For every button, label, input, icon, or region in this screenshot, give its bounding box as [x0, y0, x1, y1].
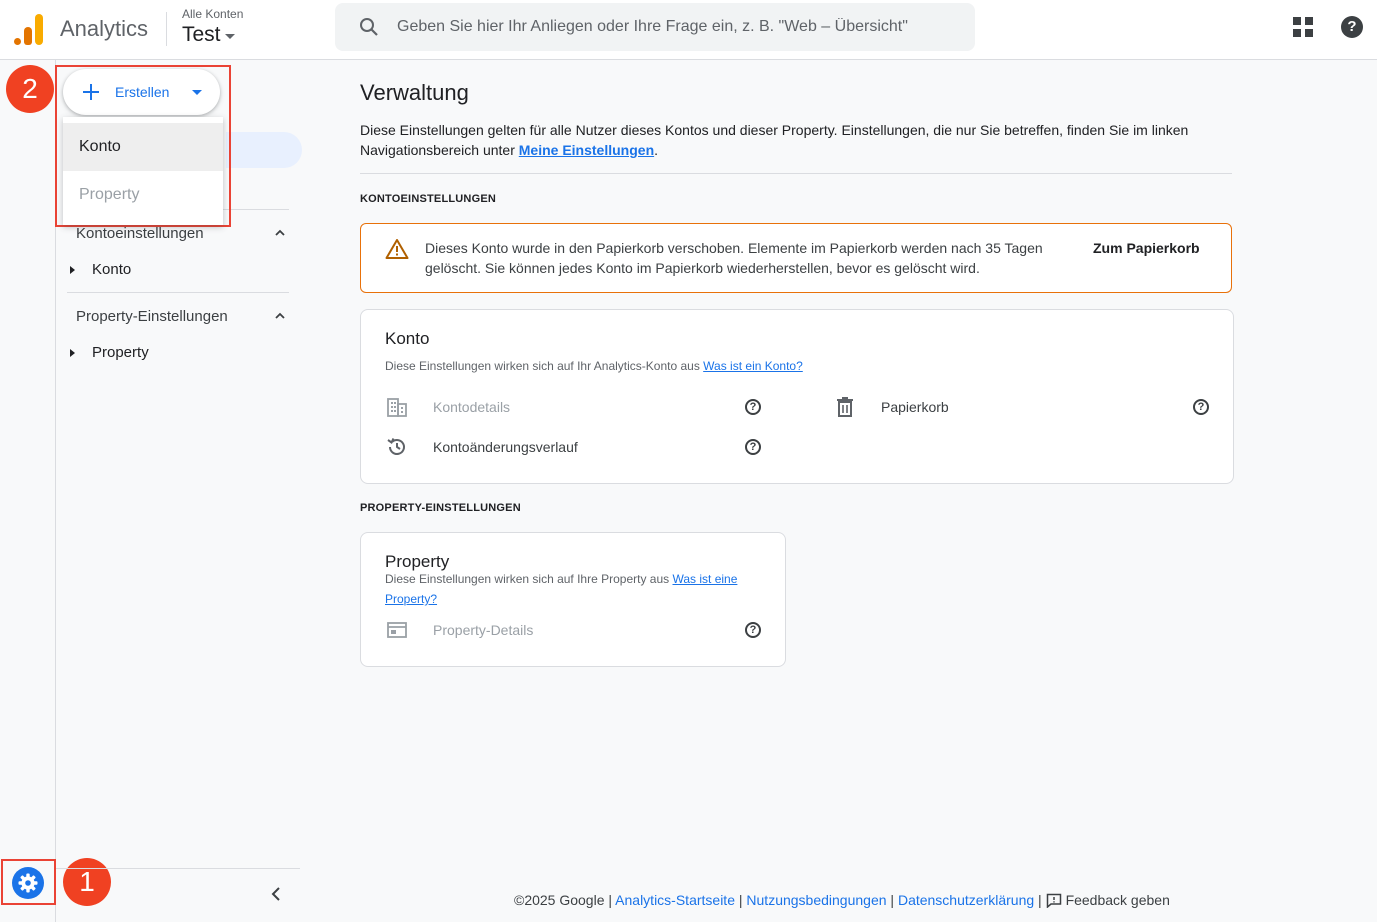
sidebar-section-account[interactable]: Kontoeinstellungen — [76, 225, 204, 242]
plus-icon — [83, 84, 99, 100]
history-icon — [387, 438, 405, 455]
trash-warning-banner: Dieses Konto wurde in den Papierkorb ver… — [360, 223, 1232, 293]
my-settings-link[interactable]: Meine Einstellungen — [519, 142, 654, 158]
help-circle-icon[interactable]: ? — [745, 399, 761, 415]
page-title: Verwaltung — [360, 80, 469, 105]
property-details-link[interactable]: Property-Details — [433, 622, 533, 638]
admin-button-highlight — [1, 859, 56, 905]
warning-text: Dieses Konto wurde in den Papierkorb ver… — [425, 240, 1043, 276]
warning-icon — [385, 239, 409, 259]
analytics-home-link[interactable]: Analytics-Startseite — [615, 892, 735, 908]
top-bar: Analytics Alle Konten Test ? — [0, 0, 1377, 60]
chevron-up-icon[interactable] — [274, 310, 286, 322]
account-name: Test — [182, 23, 221, 46]
property-card-description: Diese Einstellungen wirken sich auf Ihre… — [385, 572, 738, 606]
nav-item-selected[interactable] — [226, 132, 302, 168]
account-card-description: Diese Einstellungen wirken sich auf Ihr … — [385, 359, 803, 373]
property-section-label: PROPERTY-EINSTELLUNGEN — [360, 502, 521, 514]
privacy-link[interactable]: Datenschutzerklärung — [898, 892, 1034, 908]
caret-down-icon — [192, 90, 202, 95]
expand-arrow-icon — [70, 348, 75, 357]
help-circle-icon[interactable]: ? — [745, 439, 761, 455]
main-divider — [360, 173, 1232, 174]
copyright: ©2025 Google — [514, 892, 605, 908]
feedback-icon — [1046, 893, 1061, 908]
sidebar-footer-divider — [56, 868, 300, 869]
help-circle-icon[interactable]: ? — [1193, 399, 1209, 415]
create-dropdown-menu: Konto Property — [63, 117, 223, 225]
property-settings-card: Property Diese Einstellungen wirken sich… — [360, 532, 786, 667]
feedback-button[interactable]: Feedback geben — [1046, 892, 1170, 908]
account-card-title: Konto — [385, 329, 430, 348]
create-button[interactable]: Erstellen — [63, 69, 220, 115]
header-divider — [166, 12, 167, 46]
analytics-logo-icon[interactable] — [14, 13, 44, 45]
sidebar-item-label: Property — [92, 344, 149, 361]
trash-icon — [837, 397, 853, 417]
collapse-chevron-left-icon[interactable] — [268, 886, 284, 902]
sidebar-item-konto[interactable]: Konto — [70, 261, 131, 278]
sidebar-section-property[interactable]: Property-Einstellungen — [76, 308, 228, 325]
property-details-icon — [387, 622, 407, 638]
admin-gear-button[interactable] — [12, 867, 44, 899]
what-is-account-link[interactable]: Was ist ein Konto? — [703, 359, 803, 373]
building-icon — [387, 398, 407, 417]
account-label: Alle Konten — [182, 7, 244, 21]
terms-link[interactable]: Nutzungsbedingungen — [746, 892, 886, 908]
search-input[interactable] — [397, 3, 957, 51]
menu-item-property: Property — [79, 186, 140, 203]
expand-arrow-icon — [70, 265, 75, 274]
trash-link[interactable]: Papierkorb — [881, 399, 949, 415]
caret-down-icon — [224, 34, 235, 39]
help-icon[interactable]: ? — [1341, 16, 1363, 38]
page-footer: ©2025 Google | Analytics-Startseite | Nu… — [514, 892, 1170, 908]
go-to-trash-button[interactable]: Zum Papierkorb — [1093, 240, 1200, 256]
chevron-up-icon[interactable] — [274, 227, 286, 239]
create-button-label: Erstellen — [115, 84, 170, 100]
account-change-history-link[interactable]: Kontoänderungsverlauf — [433, 439, 578, 455]
app-name: Analytics — [60, 16, 149, 41]
step-badge-2: 2 — [6, 65, 54, 113]
intro-text: Diese Einstellungen gelten für alle Nutz… — [360, 122, 1189, 158]
menu-item-konto[interactable]: Konto — [63, 123, 223, 171]
sidebar-item-property[interactable]: Property — [70, 344, 149, 361]
search-icon — [360, 18, 378, 36]
search-bar[interactable] — [335, 3, 975, 51]
left-rail — [0, 60, 56, 922]
help-circle-icon[interactable]: ? — [745, 622, 761, 638]
account-details-link[interactable]: Kontodetails — [433, 399, 510, 415]
sidebar-divider — [67, 292, 289, 293]
sidebar-item-label: Konto — [92, 261, 132, 278]
gear-icon — [18, 873, 38, 893]
apps-grid-icon[interactable] — [1293, 17, 1315, 39]
account-settings-card: Konto Diese Einstellungen wirken sich au… — [360, 309, 1234, 484]
account-selector[interactable]: Test — [182, 23, 235, 47]
account-section-label: KONTOEINSTELLUNGEN — [360, 193, 497, 205]
